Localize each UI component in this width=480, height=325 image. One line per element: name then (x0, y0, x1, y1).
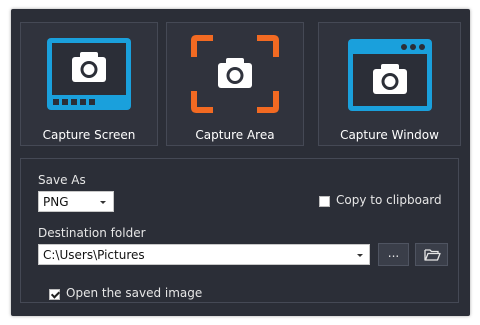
format-select[interactable]: PNG (38, 191, 114, 212)
capture-dialog: Capture Screen Capture Area Capture Wind… (11, 9, 470, 316)
chevron-down-icon (100, 201, 106, 204)
browse-button[interactable]: ... (378, 243, 409, 266)
window-camera-icon (346, 37, 434, 117)
copy-to-clipboard-checkbox[interactable] (319, 196, 330, 207)
area-camera-icon (189, 33, 281, 119)
capture-area-button[interactable]: Capture Area (166, 22, 304, 146)
open-folder-button[interactable] (415, 243, 448, 266)
format-select-value: PNG (43, 195, 69, 209)
destination-folder-value: C:\Users\Pictures (43, 248, 145, 262)
open-saved-image-label: Open the saved image (66, 286, 203, 300)
destination-folder-combobox[interactable]: C:\Users\Pictures (38, 244, 370, 265)
copy-to-clipboard-label: Copy to clipboard (336, 193, 442, 207)
capture-window-button[interactable]: Capture Window (318, 22, 461, 146)
chevron-down-icon (357, 254, 363, 257)
capture-window-label: Capture Window (340, 128, 439, 142)
capture-screen-button[interactable]: Capture Screen (20, 22, 158, 146)
capture-area-label: Capture Area (195, 128, 275, 142)
options-panel: Save As PNG Copy to clipboard Destinatio… (20, 158, 459, 303)
capture-screen-label: Capture Screen (42, 128, 136, 142)
open-saved-image-checkbox[interactable] (49, 289, 60, 300)
monitor-camera-icon (45, 36, 133, 116)
destination-folder-label: Destination folder (38, 226, 146, 240)
save-as-label: Save As (38, 173, 86, 187)
